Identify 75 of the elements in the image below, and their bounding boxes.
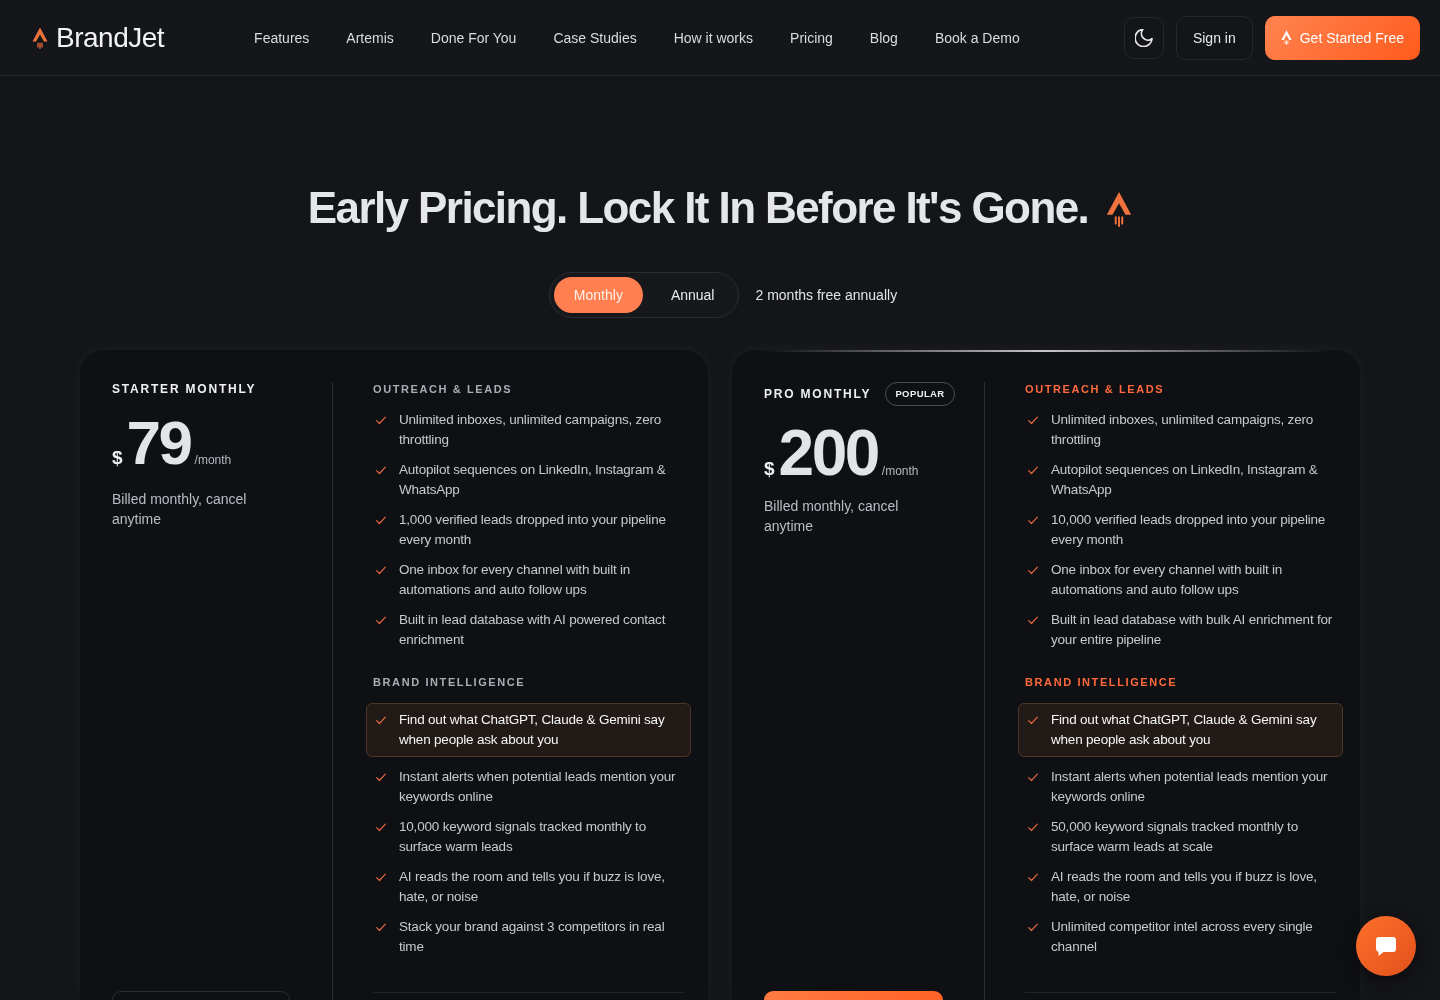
check-icon	[1028, 716, 1038, 725]
feature-text: AI reads the room and tells you if buzz is love, hate, or noise	[399, 868, 666, 906]
feature-text: AI reads the room and tells you if buzz is love, hate, or noise	[1051, 868, 1318, 906]
check-icon	[1028, 416, 1038, 425]
plan-button[interactable]	[764, 991, 943, 1000]
check-icon	[376, 823, 386, 832]
feature-text: Unlimited inboxes, unlimited campaigns, zero throttling	[1051, 411, 1315, 449]
nav-link[interactable]: Book a Demo	[934, 27, 1020, 48]
billed-note: Billed monthly, cancel anytime	[112, 490, 248, 529]
billing-note: 2 months free annually	[755, 287, 898, 303]
check-icon	[1028, 873, 1038, 882]
section-heading: BRAND INTELLIGENCE	[373, 675, 527, 689]
nav-link[interactable]: Pricing	[790, 27, 833, 48]
feature-text: 10,000 verified leads dropped into your pipeline every month	[1051, 511, 1327, 549]
check-icon	[1028, 823, 1038, 832]
nav-link[interactable]: Case Studies	[553, 27, 637, 48]
feature-text: Autopilot sequences on LinkedIn, Instagram & WhatsApp	[399, 461, 667, 499]
check-icon	[376, 616, 386, 625]
feature-text: Built in lead database with AI powered contact enrichment	[399, 611, 667, 649]
nav-link[interactable]: Artemis	[346, 27, 394, 48]
billed-note: Billed monthly, cancel anytime	[764, 497, 900, 536]
check-icon	[1028, 516, 1038, 525]
rocket-icon	[1106, 191, 1133, 227]
currency-symbol: $	[764, 457, 775, 481]
chat-button[interactable]	[1356, 916, 1416, 976]
check-icon	[376, 773, 386, 782]
plan-name: STARTER MONTHLY	[112, 382, 257, 396]
check-icon	[376, 716, 386, 725]
feature-text: Instant alerts when potential leads mention your keywords online	[399, 768, 677, 806]
feature-text: Autopilot sequences on LinkedIn, Instagram & WhatsApp	[1051, 461, 1319, 499]
section-heading: OUTREACH & LEADS	[373, 382, 514, 396]
price-amount: 79	[126, 412, 191, 474]
feature-text: 10,000 keyword signals tracked monthly to surface warm leads	[399, 818, 647, 856]
check-icon	[376, 416, 386, 425]
rocket-icon	[32, 26, 48, 49]
moon-icon	[1134, 28, 1153, 47]
price-period: /month	[194, 452, 232, 469]
price-amount: 200	[778, 422, 878, 484]
check-icon	[376, 566, 386, 575]
check-icon	[1028, 773, 1038, 782]
brand-name[interactable]: BrandJet	[56, 20, 165, 55]
feature-text: 50,000 keyword signals tracked monthly to surface warm leads at scale	[1051, 818, 1299, 856]
feature-text: One inbox for every channel with built in automations and auto follow ups	[399, 561, 632, 599]
sign-in-button[interactable]: Sign in	[1175, 15, 1253, 60]
nav-link[interactable]: How it works	[673, 27, 754, 48]
feature-text: Find out what ChatGPT, Claude & Gemini say when people ask about you	[1051, 711, 1318, 749]
feature-text: Instant alerts when potential leads mention your keywords online	[1051, 768, 1329, 806]
nav-link[interactable]: Features	[254, 27, 310, 48]
billing-option[interactable]: Annual	[650, 277, 735, 313]
nav-link[interactable]: Done For You	[430, 27, 517, 48]
check-icon	[1028, 923, 1038, 932]
feature-text: Unlimited competitor intel across every single channel	[1051, 918, 1314, 956]
check-icon	[1028, 616, 1038, 625]
check-icon	[376, 923, 386, 932]
feature-text: Unlimited inboxes, unlimited campaigns, zero throttling	[399, 411, 663, 449]
check-icon	[376, 466, 386, 475]
feature-text: Stack your brand against 3 competitors in real time	[399, 918, 666, 956]
page-title: Early Pricing. Lock It In Before It's Gone.	[307, 182, 1089, 234]
feature-text: Find out what ChatGPT, Claude & Gemini say when people ask about you	[399, 711, 666, 749]
price-period: /month	[881, 463, 919, 480]
feature-text: 1,000 verified leads dropped into your pipeline every month	[399, 511, 667, 549]
section-heading: OUTREACH & LEADS	[1025, 382, 1166, 396]
section-heading: BRAND INTELLIGENCE	[1025, 675, 1179, 689]
currency-symbol: $	[112, 446, 123, 470]
theme-toggle-button[interactable]	[1123, 16, 1164, 59]
check-icon	[1028, 566, 1038, 575]
check-icon	[376, 516, 386, 525]
check-icon	[1028, 466, 1038, 475]
feature-text: One inbox for every channel with built in automations and auto follow ups	[1051, 561, 1284, 599]
nav-link[interactable]: Blog	[869, 27, 898, 48]
chat-bubble-icon	[1376, 936, 1396, 956]
feature-text: Built in lead database with bulk AI enrichment for your entire pipeline	[1051, 611, 1334, 649]
check-icon	[376, 873, 386, 882]
rocket-icon	[1280, 30, 1292, 45]
plan-name: PRO MONTHLY	[764, 387, 872, 401]
